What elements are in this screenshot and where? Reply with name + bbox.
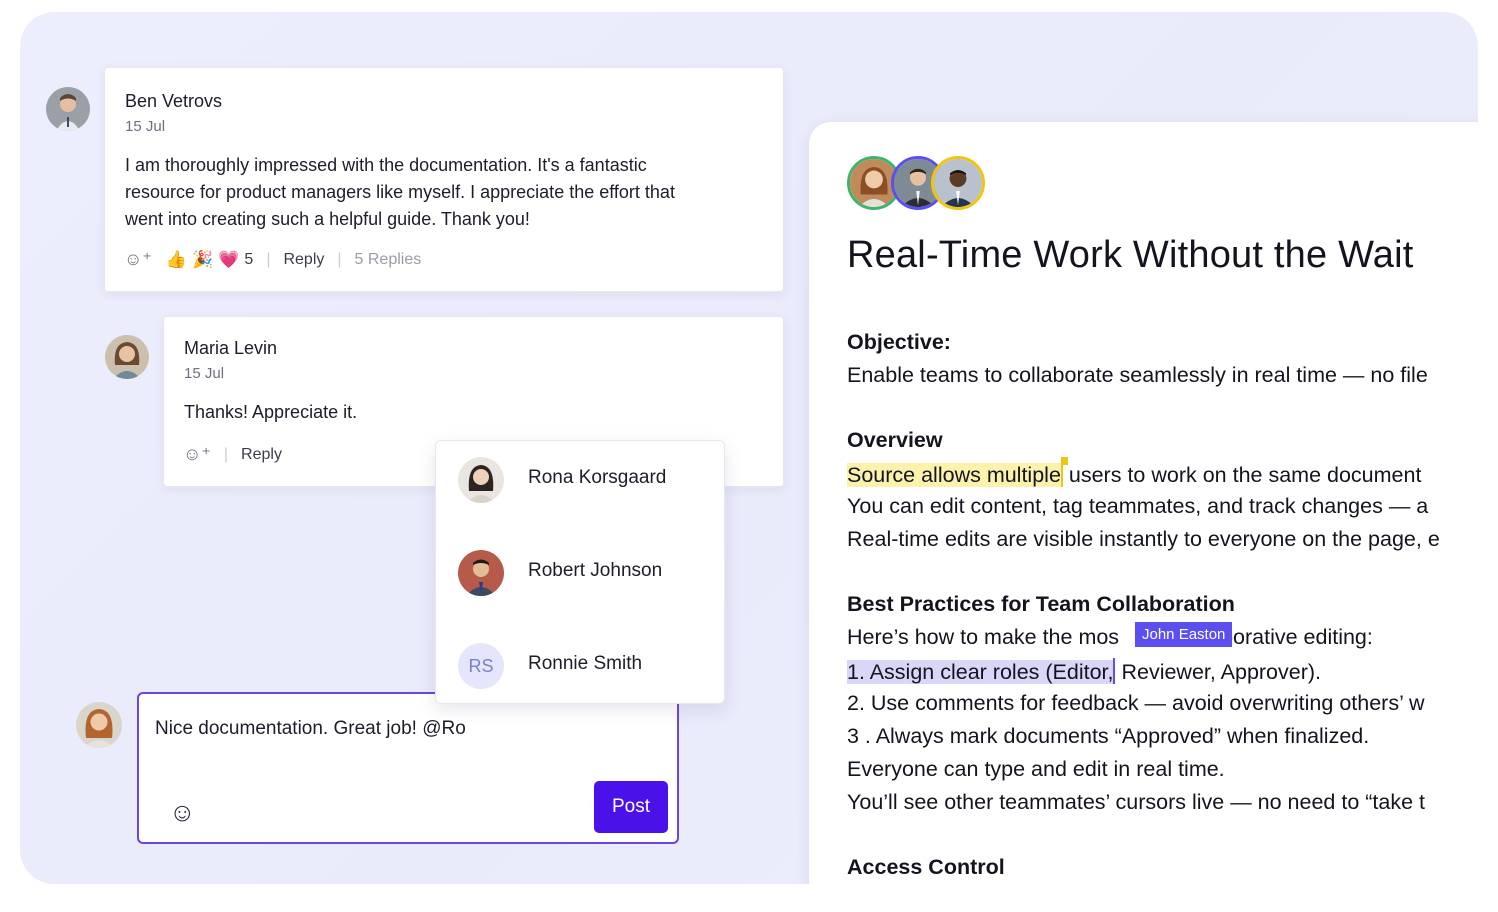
practice-item-3: 3 . Always mark documents “Approved” whe… bbox=[847, 724, 1370, 748]
composer-input[interactable]: Nice documentation. Great job! @Ro bbox=[155, 718, 466, 740]
practice-item-2: 2. Use comments for feedback — avoid ove… bbox=[847, 691, 1425, 715]
objective-text: Enable teams to collaborate seamlessly i… bbox=[847, 363, 1428, 387]
comment-composer[interactable]: Nice documentation. Great job! @Ro ☺ Pos… bbox=[137, 692, 679, 844]
collaborator-cursor bbox=[1060, 457, 1068, 487]
comment-card-ben: Ben Vetrovs 15 Jul I am thoroughly impre… bbox=[104, 67, 784, 292]
reply-link[interactable]: Reply bbox=[283, 251, 324, 269]
collaborator-selection: 1. Assign clear roles (Editor, bbox=[847, 660, 1114, 684]
thumbs-up-reaction[interactable]: 👍 bbox=[166, 250, 187, 270]
comment-actions: ☺⁺ 👍 🎉 💗 5 | Reply | 5 Replies bbox=[124, 249, 421, 270]
objective-heading: Objective: bbox=[847, 330, 951, 354]
overview-line-3: Real-time edits are visible instantly to… bbox=[847, 527, 1440, 551]
emoji-picker-icon[interactable]: ☺ bbox=[169, 797, 196, 828]
collaborator-highlight: Source allows multiple bbox=[847, 463, 1061, 487]
avatar-current-user bbox=[76, 702, 122, 748]
practices-intro: Here’s how to make the mos borative editi… bbox=[847, 625, 1373, 649]
avatar bbox=[458, 550, 504, 596]
reaction-count: 5 bbox=[244, 250, 254, 268]
comment-author: Ben Vetrovs bbox=[125, 91, 223, 111]
avatar-maria-levin bbox=[105, 335, 149, 379]
mention-dropdown: Rona Korsgaard Robert Johnson RS Ronnie … bbox=[435, 440, 725, 704]
practices-heading: Best Practices for Team Collaboration bbox=[847, 592, 1235, 616]
comment-author: Maria Levin bbox=[184, 338, 278, 358]
line-everyone: Everyone can type and edit in real time. bbox=[847, 757, 1225, 781]
post-button[interactable]: Post bbox=[594, 781, 668, 833]
divider: | bbox=[337, 250, 342, 268]
comment-date: 15 Jul bbox=[184, 365, 225, 382]
divider: | bbox=[223, 445, 229, 463]
practice-item-1: 1. Assign clear roles (Editor, Reviewer,… bbox=[847, 658, 1322, 684]
app-canvas: Ben Vetrovs 15 Jul I am thoroughly impre… bbox=[20, 12, 1478, 884]
avatar bbox=[458, 457, 504, 503]
collaborator-cursor-label: John Easton bbox=[1135, 622, 1233, 647]
add-reaction-icon[interactable]: ☺⁺ bbox=[183, 444, 211, 465]
document-title: Real-Time Work Without the Wait bbox=[847, 234, 1414, 276]
document-panel: Real-Time Work Without the Wait Objectiv… bbox=[809, 122, 1478, 884]
party-reaction[interactable]: 🎉 bbox=[192, 250, 213, 270]
initials-avatar: RS bbox=[458, 643, 504, 689]
heart-reaction[interactable]: 💗 bbox=[218, 250, 239, 270]
comment-date: 15 Jul bbox=[125, 118, 166, 135]
overview-line-2: You can edit content, tag teammates, and… bbox=[847, 494, 1429, 518]
access-heading: Access Control bbox=[847, 855, 1005, 879]
comment-actions: ☺⁺ | Reply bbox=[183, 444, 282, 465]
mention-option-ronnie-smith[interactable]: RS Ronnie Smith bbox=[436, 635, 724, 695]
mention-option-rona-korsgaard[interactable]: Rona Korsgaard bbox=[436, 449, 724, 509]
avatar-ben-vetrovs bbox=[46, 87, 90, 131]
overview-heading: Overview bbox=[847, 428, 943, 452]
collaborator-avatar-3 bbox=[931, 156, 985, 210]
reply-link[interactable]: Reply bbox=[241, 446, 282, 464]
comment-body: I am thoroughly impressed with the docum… bbox=[125, 155, 675, 229]
mention-option-robert-johnson[interactable]: Robert Johnson bbox=[436, 542, 724, 602]
add-reaction-icon[interactable]: ☺⁺ bbox=[124, 249, 152, 270]
overview-line-1: Source allows multiple users to work on … bbox=[847, 457, 1422, 487]
comment-body: Thanks! Appreciate it. bbox=[184, 402, 358, 422]
divider: | bbox=[266, 250, 271, 268]
replies-link[interactable]: 5 Replies bbox=[355, 251, 422, 269]
line-cursors: You’ll see other teammates’ cursors live… bbox=[847, 790, 1426, 814]
